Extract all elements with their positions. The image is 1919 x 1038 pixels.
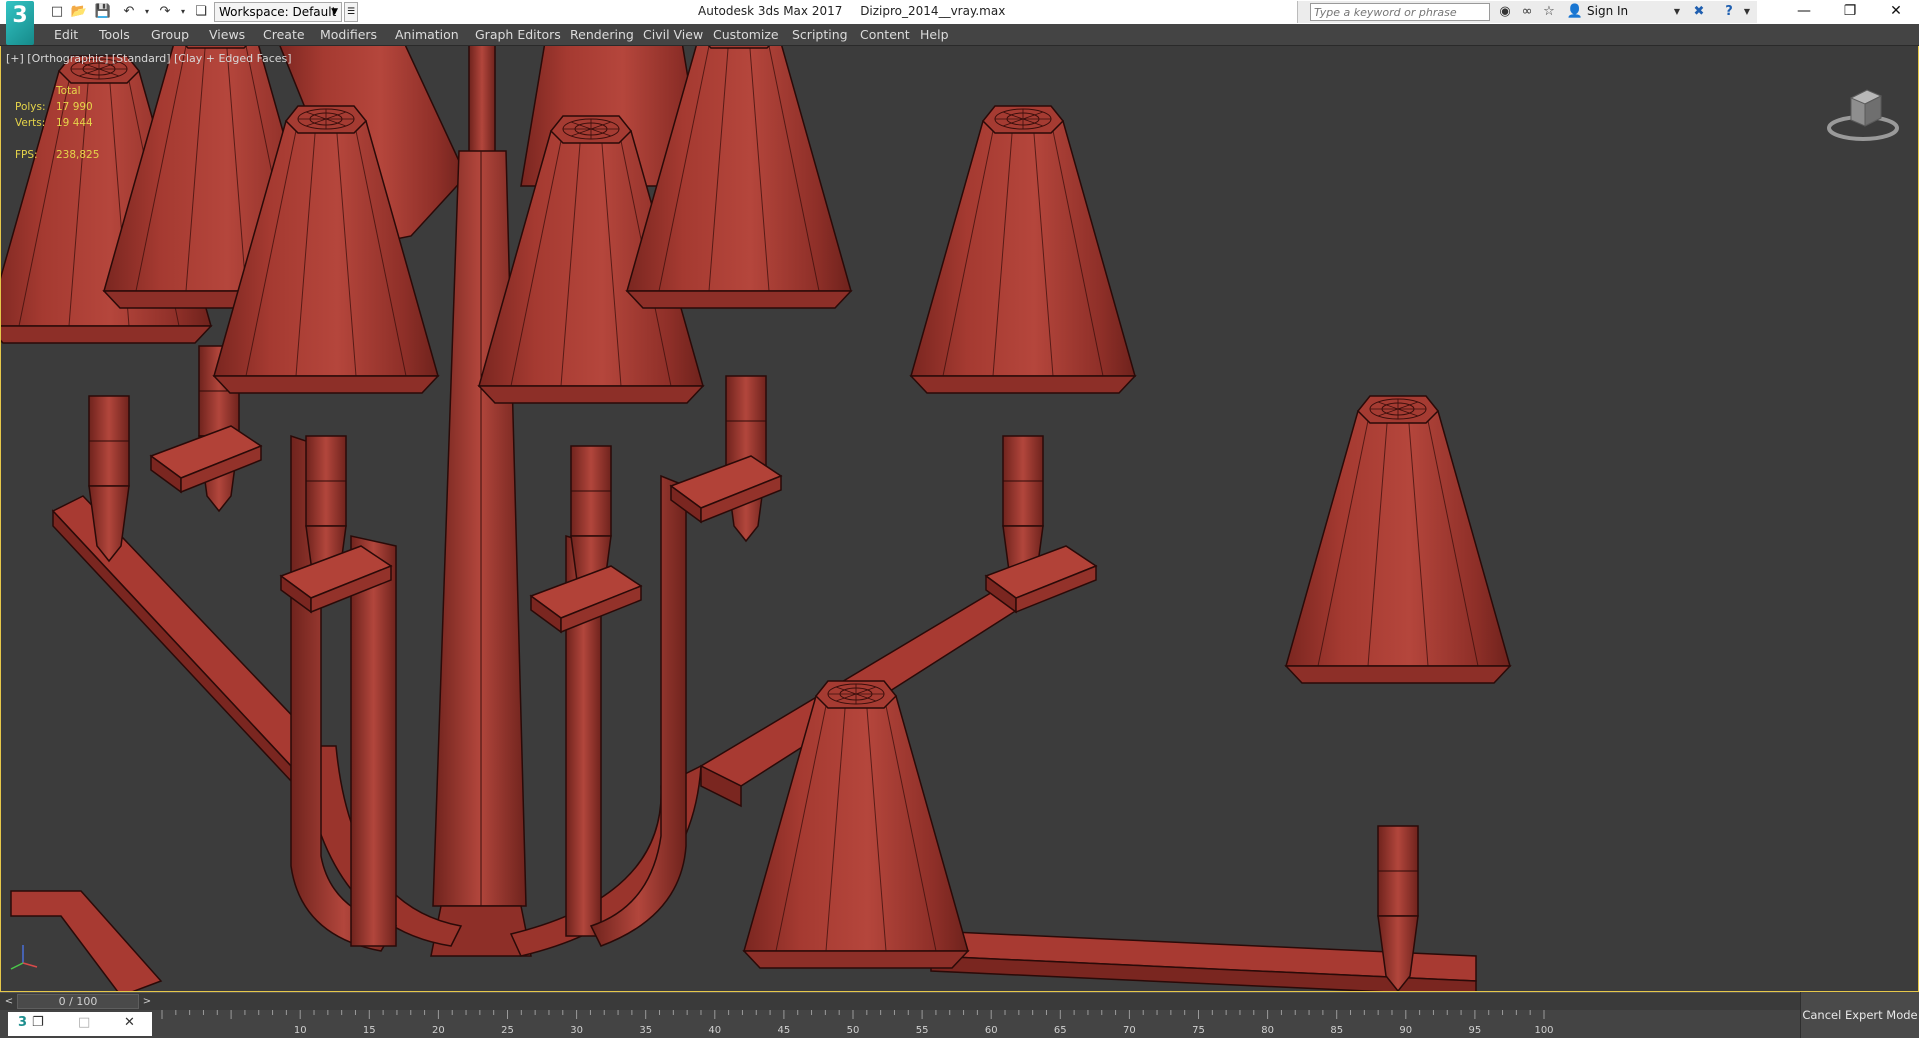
app-name: Autodesk 3ds Max 2017 [698, 4, 843, 18]
polys-value: 17 990 [56, 101, 93, 113]
viewport-orthographic[interactable]: [+] [Orthographic] [Standard] [Clay + Ed… [0, 46, 1919, 992]
candle-g [1377, 825, 1419, 991]
verts-label: Verts: [15, 117, 46, 129]
ruler-label: 70 [1123, 1025, 1136, 1036]
workspace-dropdown[interactable]: Workspace: Default ▼ [214, 2, 342, 22]
ruler-label: 40 [708, 1025, 721, 1036]
mini-curve-toggle[interactable]: 3 ❐ □ ✕ [8, 1012, 152, 1036]
menu-scripting[interactable]: Scripting [792, 27, 848, 42]
open-file-icon[interactable]: 📂 [70, 3, 88, 21]
maximize-icon[interactable]: □ [78, 1015, 90, 1030]
app-logo-icon[interactable]: 3 [6, 1, 34, 45]
viewcube-icon[interactable] [1823, 76, 1903, 146]
search-input[interactable] [1310, 3, 1490, 21]
cup-right [985, 545, 1097, 613]
minimize-icon[interactable]: — [1781, 0, 1827, 24]
menu-rendering[interactable]: Rendering [570, 27, 634, 42]
ruler-label: 90 [1399, 1025, 1412, 1036]
user-icon[interactable]: 👤 [1566, 4, 1584, 20]
menu-views[interactable]: Views [209, 27, 245, 42]
restore-icon[interactable]: ❐ [1827, 0, 1873, 24]
ruler-label: 80 [1261, 1025, 1274, 1036]
ruler-label: 65 [1054, 1025, 1067, 1036]
menu-modifiers[interactable]: Modifiers [320, 27, 377, 42]
time-slider[interactable]: < 0 / 100 > [0, 992, 1800, 1010]
candle-a [88, 395, 130, 562]
new-file-icon[interactable]: □ [48, 3, 66, 21]
undo-icon[interactable]: ↶ [120, 3, 138, 21]
left-arm [51, 495, 463, 947]
menu-create[interactable]: Create [263, 27, 305, 42]
workspace-menu-button[interactable]: ☰ [344, 2, 358, 22]
chevron-down-icon: ▼ [331, 7, 338, 17]
signin-dropdown-icon[interactable]: ▼ [1668, 4, 1686, 20]
app-window: 3 □ 📂 💾 ↶ ▾ ↷ ▾ ❏ Workspace: Default ▼ ☰… [0, 0, 1919, 1038]
ruler-label: 15 [363, 1025, 376, 1036]
subscription-icon[interactable]: ∞ [1518, 4, 1536, 20]
undo-dropdown-icon[interactable]: ▾ [138, 3, 156, 21]
menu-help[interactable]: Help [920, 27, 949, 42]
help-icon[interactable]: ? [1720, 4, 1738, 20]
menu-tools[interactable]: Tools [99, 27, 130, 42]
shade-far-right [1285, 395, 1511, 684]
menu-content[interactable]: Content [860, 27, 910, 42]
fps-value: 238,825 [56, 149, 100, 161]
time-slider-next-icon[interactable]: > [140, 994, 154, 1009]
ruler-label: 20 [432, 1025, 445, 1036]
redo-icon[interactable]: ↷ [156, 3, 174, 21]
workspace-label: Workspace: Default [219, 5, 337, 19]
cancel-expert-mode-button[interactable]: Cancel Expert Mode [1800, 992, 1919, 1038]
axis-tripod-icon [10, 945, 38, 970]
cup-center-right [670, 455, 782, 523]
menu-edit[interactable]: Edit [54, 27, 78, 42]
ruler-label: 45 [778, 1025, 791, 1036]
ruler-label: 100 [1534, 1025, 1553, 1036]
window-icon[interactable]: ❐ [32, 1015, 44, 1030]
exchange-apps-icon[interactable]: ✖ [1690, 4, 1708, 20]
help-dropdown-icon[interactable]: ▼ [1738, 4, 1756, 20]
menu-bar: Edit Tools Group Views Create Modifiers … [0, 24, 1919, 46]
mini-logo-icon[interactable]: 3 [18, 1015, 27, 1030]
ruler-label: 25 [501, 1025, 514, 1036]
menu-civil-view[interactable]: Civil View [643, 27, 703, 42]
cup-center [530, 565, 642, 633]
time-slider-prev-icon[interactable]: < [2, 994, 16, 1009]
ruler-label: 10 [294, 1025, 307, 1036]
menu-customize[interactable]: Customize [713, 27, 779, 42]
ruler-label: 85 [1330, 1025, 1343, 1036]
close-small-icon[interactable]: ✕ [124, 1015, 135, 1030]
shade-right [910, 105, 1136, 394]
ruler-label: 60 [985, 1025, 998, 1036]
title-bar: 3 □ 📂 💾 ↶ ▾ ↷ ▾ ❏ Workspace: Default ▼ ☰… [0, 0, 1919, 45]
window-title: Autodesk 3ds Max 2017 Dizipro_2014__vray… [698, 4, 1019, 18]
time-slider-thumb[interactable]: 0 / 100 [17, 994, 139, 1009]
redo-dropdown-icon[interactable]: ▾ [174, 3, 192, 21]
track-bar[interactable]: 3 ❐ □ ✕ 10 15 20 25 30 35 40 45 50 55 60 65 70 75 80 85… [0, 1010, 1800, 1038]
viewport-label[interactable]: [+] [Orthographic] [Standard] [Clay + Ed… [6, 52, 292, 65]
file-name: Dizipro_2014__vray.max [860, 4, 1006, 18]
close-icon[interactable]: ✕ [1873, 0, 1919, 24]
polys-label: Polys: [15, 101, 46, 113]
menu-group[interactable]: Group [151, 27, 189, 42]
frame-ruler[interactable]: 10 15 20 25 30 35 40 45 50 55 60 65 70 75 80 85 90 95 100 [152, 1010, 1772, 1038]
binoculars-icon[interactable]: ◉ [1496, 4, 1514, 20]
ruler-label: 75 [1192, 1025, 1205, 1036]
chandelier-model [1, 46, 1511, 991]
ruler-label: 55 [916, 1025, 929, 1036]
menu-animation[interactable]: Animation [395, 27, 459, 42]
verts-value: 19 444 [56, 117, 93, 129]
menu-graph-editors[interactable]: Graph Editors [475, 27, 561, 42]
cup-left [150, 425, 262, 493]
project-folder-icon[interactable]: ❏ [192, 3, 210, 21]
save-file-icon[interactable]: 💾 [94, 3, 112, 21]
star-icon[interactable]: ☆ [1540, 4, 1558, 20]
ruler-label: 50 [847, 1025, 860, 1036]
sign-in-link[interactable]: Sign In [1587, 4, 1628, 18]
infocenter-bar: ◉ ∞ ☆ 👤 ▼ ✖ ? ▼ [1297, 1, 1757, 23]
ruler-label: 30 [570, 1025, 583, 1036]
ruler-label: 95 [1469, 1025, 1482, 1036]
ruler-label: 35 [639, 1025, 652, 1036]
stats-header: Total [56, 85, 81, 97]
fps-label: FPS: [15, 149, 38, 161]
